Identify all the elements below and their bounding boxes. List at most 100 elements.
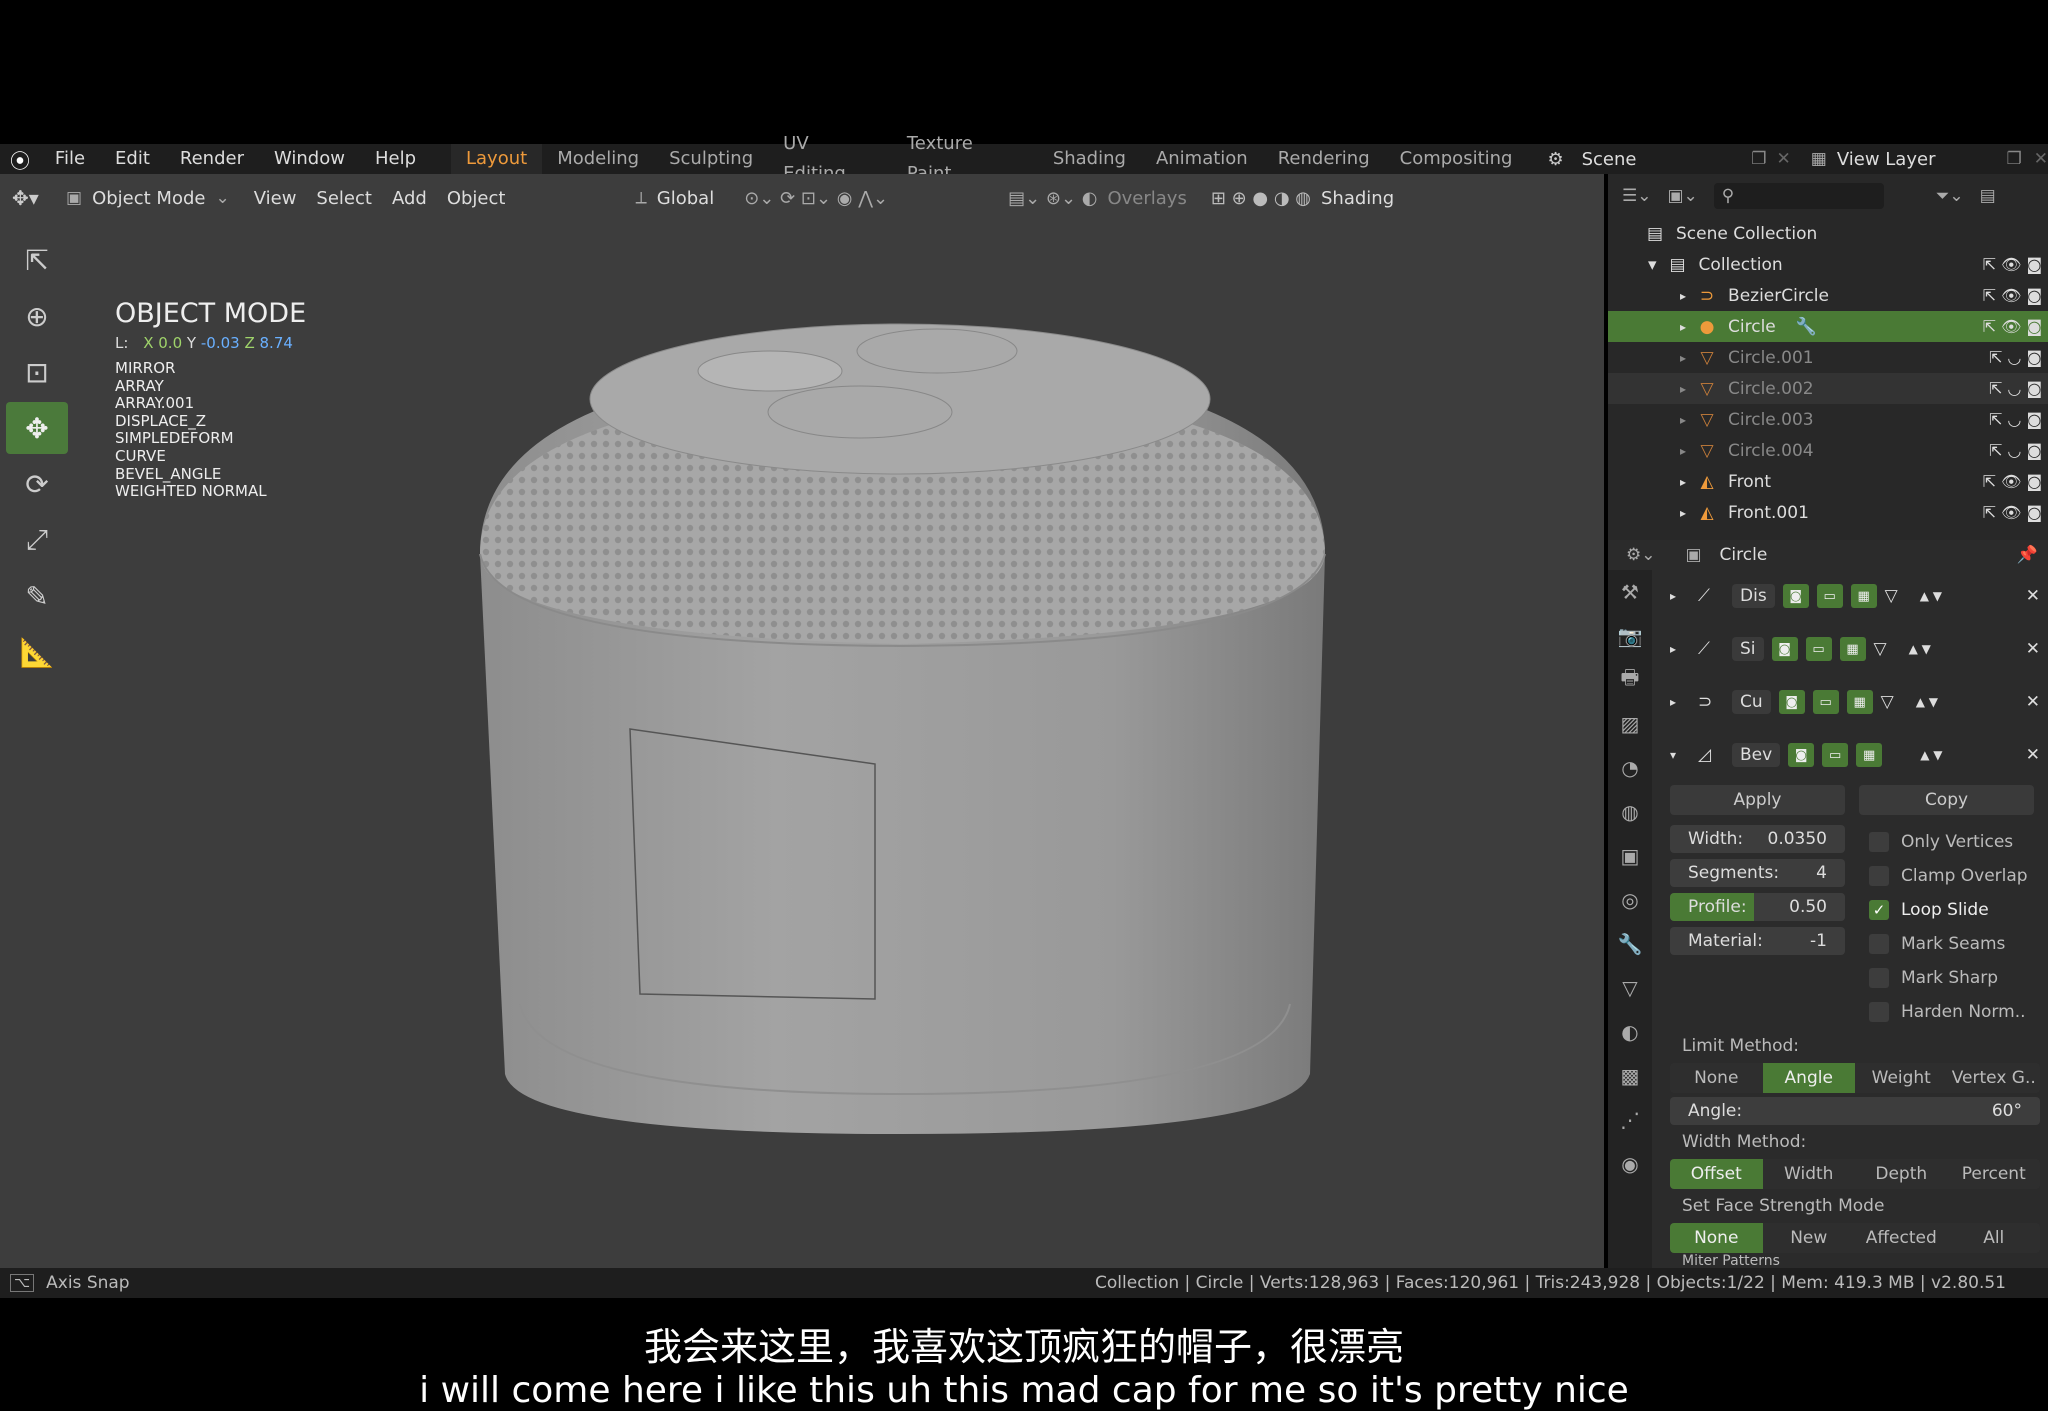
view-layer-icon[interactable]: ▦: [1811, 149, 1827, 169]
annotate-icon[interactable]: ✎: [6, 570, 68, 622]
width-offset-option[interactable]: Offset: [1670, 1159, 1763, 1189]
close-icon[interactable]: ✕: [2026, 745, 2040, 765]
scene-name[interactable]: Scene: [1582, 149, 1752, 170]
viewport-toggle-icon[interactable]: ▭: [1812, 690, 1839, 714]
menu-add[interactable]: Add: [382, 188, 437, 209]
width-field[interactable]: Width: 0.0350: [1670, 825, 1845, 853]
outliner-collection[interactable]: ▾ ▤ Collection ⇱ 👁 ◙: [1608, 249, 2048, 280]
output-tab-icon[interactable]: 🖶: [1608, 658, 1652, 702]
3d-cursor-icon[interactable]: ⊕: [6, 290, 68, 342]
visibility-toggles[interactable]: ⇱ ◡ ◙: [1989, 410, 2042, 429]
constraints-tab-icon[interactable]: ◎: [1608, 878, 1652, 922]
menu-help[interactable]: Help: [360, 144, 431, 174]
editmode-toggle-icon[interactable]: ▦: [1850, 584, 1877, 608]
viewport-toggle-icon[interactable]: ▭: [1805, 637, 1832, 661]
filter-icon[interactable]: ⏷⌄: [1936, 186, 1964, 206]
editor-type-icon[interactable]: ⚙⌄: [1626, 545, 1655, 565]
visibility-toggles[interactable]: ⇱ 👁 ◙: [1983, 286, 2042, 305]
menu-view[interactable]: View: [244, 188, 307, 209]
render-toggle-icon[interactable]: ◙: [1788, 743, 1815, 767]
shading-dropdown[interactable]: Shading: [1311, 188, 1404, 209]
tab-layout[interactable]: Layout: [451, 144, 543, 174]
visibility-toggles[interactable]: ⇱ 👁 ◙: [1983, 472, 2042, 491]
face-none-option[interactable]: None: [1670, 1223, 1763, 1253]
view-icons[interactable]: ▤⌄ ⊛⌄ ◐: [1008, 188, 1097, 209]
particles-tab-icon[interactable]: ⋰: [1608, 1098, 1652, 1142]
outliner-item-front-001[interactable]: ▸ ◭ Front.001 ⇱ 👁 ◙: [1608, 497, 2048, 528]
rotate-icon[interactable]: ⟳: [6, 458, 68, 510]
view-layer-name[interactable]: View Layer: [1837, 149, 2007, 170]
width-method-selector[interactable]: Offset Width Depth Percent: [1670, 1159, 2040, 1189]
tab-rendering[interactable]: Rendering: [1263, 144, 1385, 174]
limit-weight-option[interactable]: Weight: [1855, 1063, 1948, 1093]
outliner-item-beziercircle[interactable]: ▸ ⊃ BezierCircle ⇱ 👁 ◙: [1608, 280, 2048, 311]
scene-icon[interactable]: ⚙: [1547, 149, 1563, 170]
cage-icon[interactable]: ▽: [1874, 639, 1887, 659]
tab-compositing[interactable]: Compositing: [1385, 144, 1528, 174]
outliner-item-circle-004[interactable]: ▸ ▽ Circle.004 ⇱ ◡ ◙: [1608, 435, 2048, 466]
outliner-item-circle[interactable]: ▸ ● Circle 🔧 ⇱ 👁 ◙: [1608, 311, 2048, 342]
segments-field[interactable]: Segments: 4: [1670, 859, 1845, 887]
modifier-simpledeform[interactable]: ▸ ⟋ Si ◙ ▭ ▦ ▽ ▲ ▼ ✕: [1670, 627, 2040, 671]
object-tab-icon[interactable]: ▣: [1608, 834, 1652, 878]
blender-logo-icon[interactable]: ⦿: [0, 145, 40, 174]
editmode-toggle-icon[interactable]: ▦: [1856, 743, 1883, 767]
copy-button[interactable]: Copy: [1859, 785, 2034, 815]
expand-icon[interactable]: ▸: [1670, 695, 1690, 709]
editmode-toggle-icon[interactable]: ▦: [1846, 690, 1873, 714]
viewport-toggle-icon[interactable]: ▭: [1816, 584, 1843, 608]
scene-tab-icon[interactable]: ◔: [1608, 746, 1652, 790]
menu-edit[interactable]: Edit: [100, 144, 165, 174]
close-icon[interactable]: ✕: [2026, 639, 2040, 659]
texture-tab-icon[interactable]: ▩: [1608, 1054, 1652, 1098]
close-icon[interactable]: ✕: [2026, 586, 2040, 606]
loop-slide-checkbox[interactable]: ✓ Loop Slide: [1869, 893, 2028, 927]
material-tab-icon[interactable]: ◐: [1608, 1010, 1652, 1054]
visibility-toggles[interactable]: ⇱ ◡ ◙: [1989, 379, 2042, 398]
outliner-item-front[interactable]: ▸ ◭ Front ⇱ 👁 ◙: [1608, 466, 2048, 497]
modifier-displace[interactable]: ▸ ⟋ Dis ◙ ▭ ▦ ▽ ▲ ▼ ✕: [1670, 574, 2040, 618]
outliner-item-circle-002[interactable]: ▸ ▽ Circle.002 ⇱ ◡ ◙: [1608, 373, 2048, 404]
limit-angle-option[interactable]: Angle: [1762, 1063, 1855, 1093]
move-up-icon[interactable]: ▲ ▼: [1916, 695, 1938, 709]
outliner-item-circle-001[interactable]: ▸ ▽ Circle.001 ⇱ ◡ ◙: [1608, 342, 2048, 373]
visibility-toggles[interactable]: ⇱ 👁 ◙: [1983, 317, 2042, 336]
face-affected-option[interactable]: Affected: [1855, 1223, 1948, 1253]
cage-icon[interactable]: ▽: [1881, 692, 1894, 712]
shading-modes-icons[interactable]: ⊞ ⊕ ● ◑ ◍: [1211, 188, 1311, 209]
modifier-curve[interactable]: ▸ ⊃ Cu ◙ ▭ ▦ ▽ ▲ ▼ ✕: [1670, 680, 2040, 724]
expand-icon[interactable]: ▸: [1670, 642, 1690, 656]
editmode-toggle-icon[interactable]: ▦: [1839, 637, 1866, 661]
move-up-icon[interactable]: ▲ ▼: [1920, 589, 1942, 603]
limit-method-selector[interactable]: None Angle Weight Vertex G..: [1670, 1063, 2040, 1093]
expand-icon[interactable]: ▸: [1670, 589, 1690, 603]
viewport-toggle-icon[interactable]: ▭: [1822, 743, 1849, 767]
tab-modeling[interactable]: Modeling: [542, 144, 654, 174]
move-up-icon[interactable]: ▲ ▼: [1920, 748, 1942, 762]
scene-close-icon[interactable]: ✕: [1777, 149, 1791, 169]
outliner-scene-collection[interactable]: ▤ Scene Collection: [1608, 218, 2048, 249]
width-percent-option[interactable]: Percent: [1947, 1159, 2040, 1189]
only-vertices-checkbox[interactable]: Only Vertices: [1869, 825, 2028, 859]
view-layer-copy-icon[interactable]: ❐: [2007, 149, 2022, 169]
tab-animation[interactable]: Animation: [1141, 144, 1263, 174]
scale-icon[interactable]: ⤢: [6, 514, 68, 566]
modifier-bevel[interactable]: ▾ ◿ Bev ◙ ▭ ▦ ▲ ▼ ✕: [1670, 733, 2040, 777]
search-input[interactable]: ⚲: [1713, 183, 1884, 209]
menu-file[interactable]: File: [40, 144, 100, 174]
mark-seams-checkbox[interactable]: Mark Seams: [1869, 927, 2028, 961]
apply-button[interactable]: Apply: [1670, 785, 1845, 815]
menu-render[interactable]: Render: [165, 144, 259, 174]
angle-field[interactable]: Angle: 60°: [1670, 1097, 2040, 1125]
modifier-name[interactable]: Bev: [1732, 743, 1781, 767]
profile-slider[interactable]: Profile: 0.50: [1670, 893, 1845, 921]
menu-select[interactable]: Select: [306, 188, 382, 209]
pivot-icon[interactable]: ⊙⌄ ⟳ ⊡⌄ ◉ ⋀⌄: [744, 188, 888, 209]
pin-icon[interactable]: 📌: [2017, 545, 2038, 565]
mesh-data-tab-icon[interactable]: ▽: [1608, 966, 1652, 1010]
move-up-icon[interactable]: ▲ ▼: [1909, 642, 1931, 656]
scene-copy-icon[interactable]: ❐: [1751, 149, 1766, 169]
transform-icon[interactable]: ✥: [6, 402, 68, 454]
limit-vertex-group-option[interactable]: Vertex G..: [1947, 1063, 2040, 1093]
physics-tab-icon[interactable]: ◉: [1608, 1142, 1652, 1186]
